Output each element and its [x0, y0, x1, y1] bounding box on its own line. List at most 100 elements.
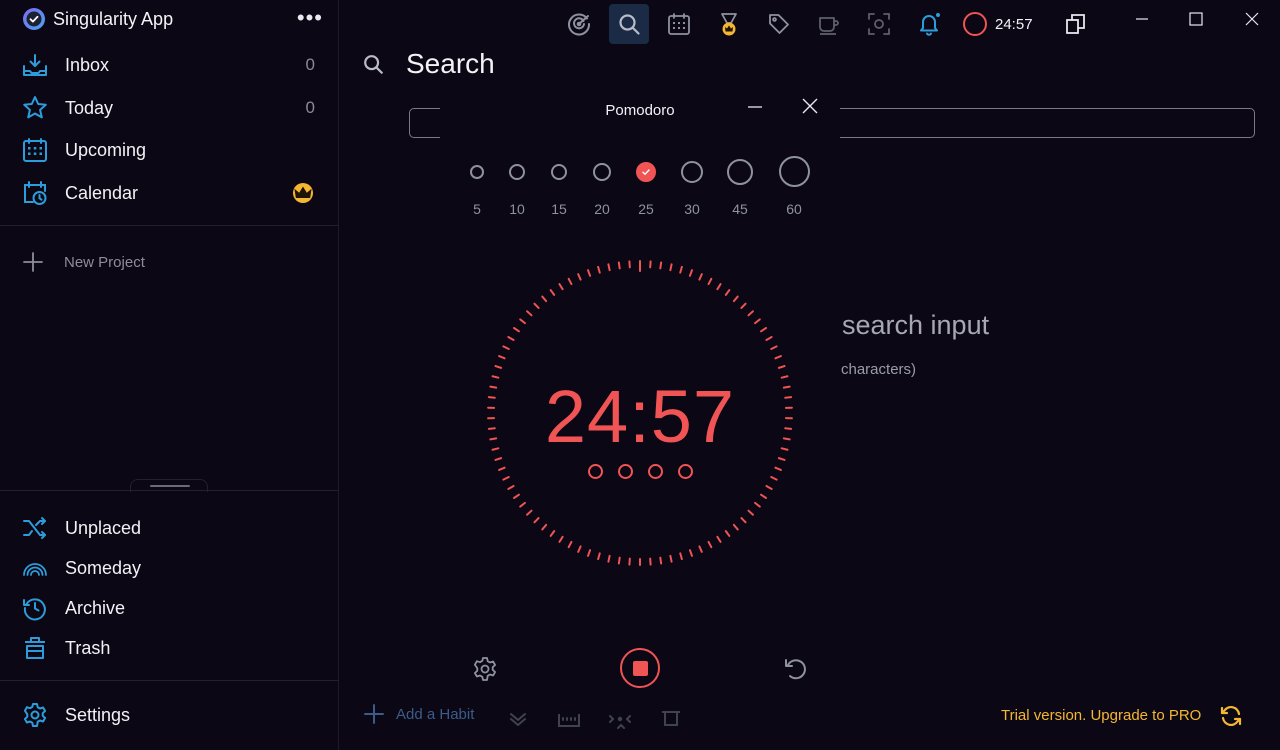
pomodoro-title: Pomodoro	[605, 102, 675, 119]
sidebar-item-archive[interactable]: Archive	[0, 588, 339, 628]
sidebar-item-trash[interactable]: Trash	[0, 628, 339, 668]
session-dot	[618, 464, 633, 479]
sidebar-item-settings[interactable]: Settings	[0, 695, 339, 735]
duration-option-60[interactable]	[779, 156, 810, 187]
empty-state-subtitle: characters)	[841, 361, 917, 378]
sidebar-item-label: Someday	[65, 557, 142, 578]
search-header: Search	[362, 48, 495, 80]
calendar-grid-icon	[23, 138, 47, 162]
sidebar-item-label: Calendar	[65, 182, 139, 203]
dial-tick	[698, 273, 703, 281]
duration-option-30[interactable]	[681, 161, 703, 183]
dial-tick	[732, 523, 739, 531]
window-maximize-button[interactable]	[1170, 0, 1222, 38]
sync-icon[interactable]	[1219, 704, 1243, 728]
sidebar-item-label: Settings	[65, 704, 131, 725]
duration-label: 5	[473, 201, 481, 217]
dial-tick	[567, 540, 573, 549]
move-icon[interactable]	[608, 706, 632, 730]
plus-icon	[364, 704, 384, 724]
search-icon	[619, 14, 640, 35]
dial-tick	[498, 355, 506, 360]
dial-tick	[607, 263, 611, 272]
dial-tick	[669, 554, 673, 563]
add-habit-button[interactable]: Add a Habit	[364, 704, 474, 724]
new-project-button[interactable]: New Project	[22, 248, 145, 276]
trash-icon	[25, 637, 45, 659]
inbox-icon	[23, 54, 47, 76]
dial-tick	[765, 485, 773, 490]
pomodoro-stop-button[interactable]	[620, 648, 660, 688]
dial-tick	[716, 283, 722, 291]
dial-tick	[669, 263, 673, 272]
duration-label: 25	[638, 201, 654, 217]
pomodoro-minimize-button[interactable]	[744, 96, 766, 118]
maximize-icon	[1189, 12, 1203, 26]
window-restore-mini-button[interactable]	[1056, 4, 1096, 44]
dial-tick	[597, 265, 601, 274]
app-header: Singularity App •••	[0, 0, 339, 38]
session-dot	[648, 464, 663, 479]
sidebar-item-today[interactable]: Today 0	[0, 88, 339, 128]
check-icon	[642, 169, 650, 176]
dial-tick	[597, 552, 601, 561]
chevrons-down-icon[interactable]	[506, 706, 530, 730]
dial-tick	[740, 302, 747, 309]
keyboard-icon[interactable]	[557, 706, 581, 730]
box-icon[interactable]	[659, 706, 683, 730]
sidebar-item-label: Unplaced	[65, 517, 142, 538]
stop-icon	[632, 660, 648, 676]
timer-chip-time: 24:57	[995, 15, 1033, 33]
calendar-button[interactable]	[659, 4, 699, 44]
duration-option-45[interactable]	[727, 159, 753, 185]
focus-mode-button[interactable]	[859, 4, 899, 44]
sidebar-item-inbox[interactable]: Inbox 0	[0, 45, 339, 85]
dial-tick	[607, 554, 611, 563]
minimize-icon	[1136, 18, 1148, 20]
sidebar-item-unplaced[interactable]: Unplaced	[0, 508, 339, 548]
window-minimize-button[interactable]	[1116, 0, 1168, 38]
dial-tick	[558, 283, 564, 291]
history-icon	[23, 598, 46, 621]
pomodoro-close-button[interactable]	[798, 94, 822, 118]
notifications-button[interactable]	[909, 4, 949, 44]
sidebar-divider	[0, 490, 339, 491]
pomodoro-reset-button[interactable]	[782, 655, 810, 683]
dial-tick	[519, 318, 526, 325]
dial-tick	[777, 365, 786, 369]
pomodoro-settings-button[interactable]	[472, 656, 498, 682]
bell-icon	[920, 13, 940, 36]
duration-option-5[interactable]	[470, 165, 484, 179]
dial-tick	[577, 545, 582, 553]
sidebar-item-upcoming[interactable]: Upcoming	[0, 130, 339, 170]
dial-tick	[765, 336, 773, 341]
duration-option-25[interactable]	[636, 162, 656, 182]
upgrade-pro-link[interactable]: Trial version. Upgrade to PRO	[1001, 707, 1201, 724]
dial-tick	[760, 493, 768, 499]
duration-option-20[interactable]	[593, 163, 611, 181]
gear-icon	[23, 703, 47, 727]
dial-tick	[512, 493, 520, 499]
duration-option-10[interactable]	[509, 164, 525, 180]
break-button[interactable]	[809, 4, 849, 44]
focus-button[interactable]	[559, 4, 599, 44]
dial-tick	[533, 517, 540, 524]
dial-tick	[747, 509, 754, 516]
gear-icon	[474, 657, 496, 681]
dial-tick	[747, 310, 754, 317]
duration-option-15[interactable]	[551, 164, 567, 180]
new-project-label: New Project	[64, 253, 145, 271]
pomodoro-timer-chip[interactable]: 24:57	[963, 8, 1033, 40]
dial-tick	[754, 318, 761, 325]
sidebar-item-calendar[interactable]: Calendar	[0, 173, 339, 213]
sidebar-item-label: Archive	[65, 597, 126, 618]
calendar-clock-icon	[24, 181, 47, 205]
sidebar-item-someday[interactable]: Someday	[0, 548, 339, 588]
achievements-button[interactable]	[709, 4, 749, 44]
sidebar-item-label: Trash	[65, 637, 111, 658]
search-button[interactable]	[609, 4, 649, 44]
dial-tick	[512, 327, 520, 333]
more-menu-icon[interactable]: •••	[297, 7, 323, 29]
window-close-button[interactable]	[1226, 0, 1278, 38]
tags-button[interactable]	[759, 4, 799, 44]
